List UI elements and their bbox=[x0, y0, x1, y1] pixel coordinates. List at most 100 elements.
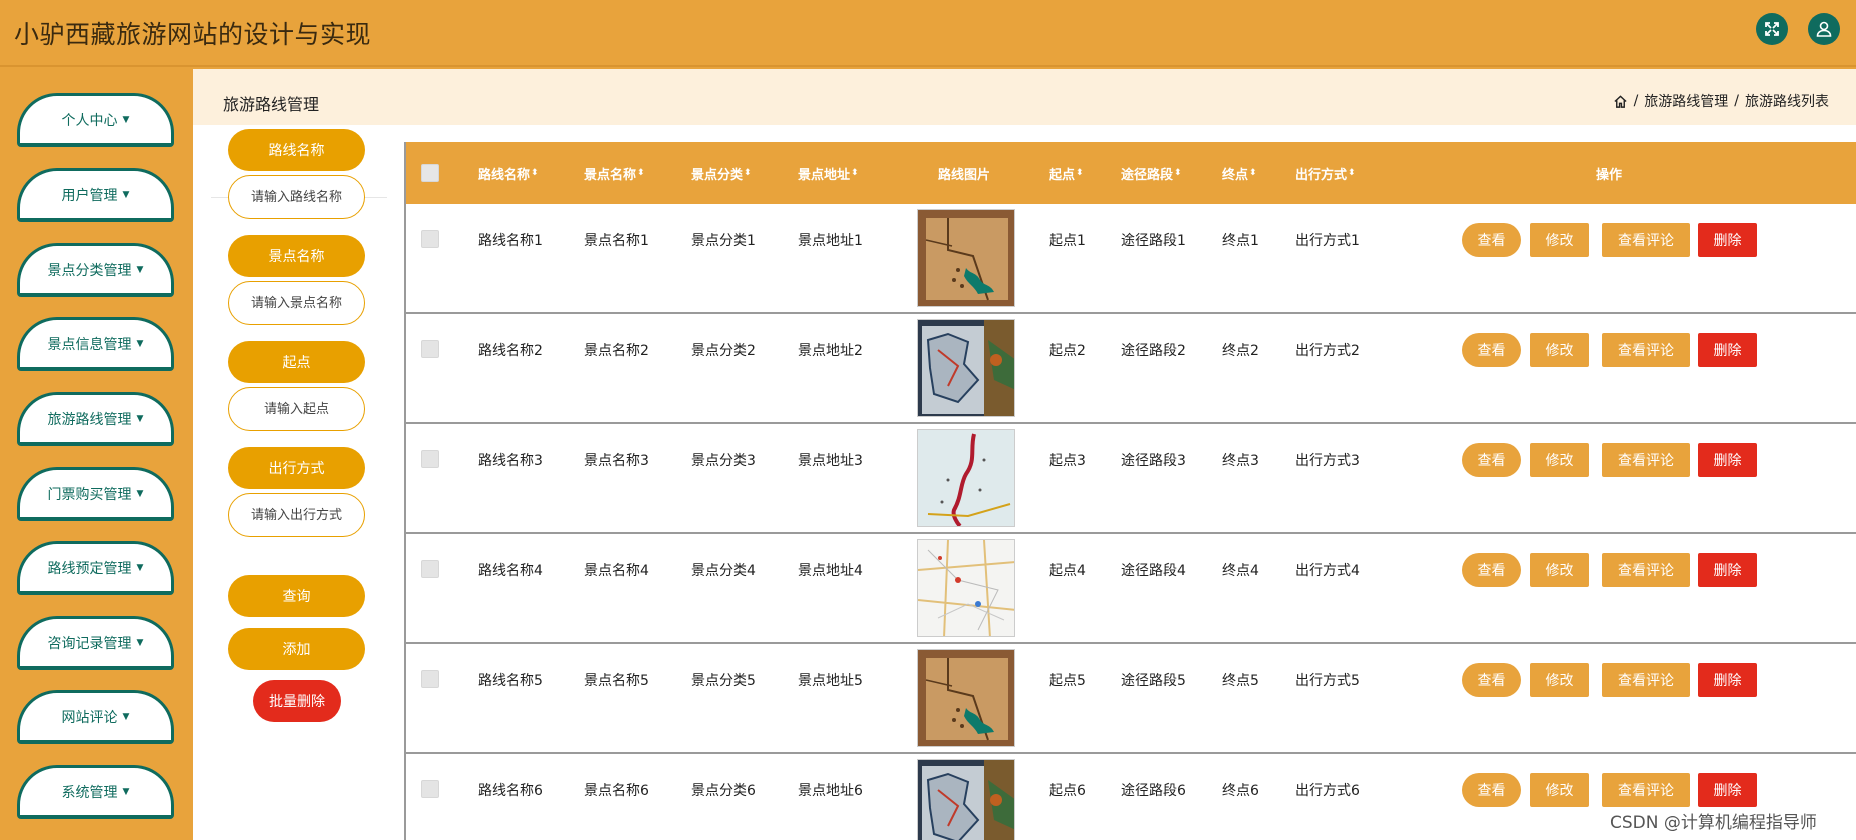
sidebar-item[interactable]: 景点信息管理 ▼ bbox=[17, 317, 174, 371]
sidebar-item[interactable]: 旅游路线管理 ▼ bbox=[17, 392, 174, 446]
view-button[interactable]: 查看 bbox=[1462, 223, 1521, 257]
column-header[interactable]: 景点地址 ⬍ bbox=[798, 142, 859, 204]
view-button[interactable]: 查看 bbox=[1462, 333, 1521, 367]
start-cell: 起点2 bbox=[1049, 343, 1086, 359]
route-image[interactable] bbox=[917, 319, 1015, 417]
sort-icon[interactable]: ⬍ bbox=[531, 168, 539, 178]
page-header: 旅游路线管理 / 旅游路线管理 / 旅游路线列表 bbox=[193, 69, 1856, 125]
route-image[interactable] bbox=[917, 649, 1015, 747]
fullscreen-icon[interactable] bbox=[1756, 13, 1788, 45]
route-image[interactable] bbox=[917, 209, 1015, 307]
top-bar: 小驴西藏旅游网站的设计与实现 bbox=[0, 0, 1856, 67]
travel-mode-cell: 出行方式3 bbox=[1295, 453, 1360, 469]
spot-category-cell: 景点分类1 bbox=[691, 233, 756, 249]
spot-name-cell: 景点名称6 bbox=[584, 783, 649, 799]
via-cell: 途径路段4 bbox=[1121, 563, 1186, 579]
delete-button[interactable]: 删除 bbox=[1698, 773, 1757, 807]
delete-button[interactable]: 删除 bbox=[1698, 663, 1757, 697]
route-name-input[interactable] bbox=[228, 175, 365, 219]
home-icon[interactable] bbox=[1613, 94, 1628, 109]
column-header[interactable]: 出行方式 ⬍ bbox=[1295, 142, 1356, 204]
select-all-checkbox[interactable] bbox=[421, 164, 439, 182]
row-checkbox[interactable] bbox=[421, 670, 439, 688]
sidebar-item-label: 景点分类管理 bbox=[47, 262, 132, 279]
view-comments-button[interactable]: 查看评论 bbox=[1602, 223, 1690, 257]
route-name-cell: 路线名称1 bbox=[478, 233, 543, 249]
sidebar-item[interactable]: 网站评论 ▼ bbox=[17, 690, 174, 744]
sidebar-item[interactable]: 景点分类管理 ▼ bbox=[17, 243, 174, 297]
start-cell: 起点3 bbox=[1049, 453, 1086, 469]
sort-icon[interactable]: ⬍ bbox=[1174, 168, 1182, 178]
edit-button[interactable]: 修改 bbox=[1530, 663, 1589, 697]
sidebar-item-label: 个人中心 bbox=[61, 112, 118, 129]
sidebar-item[interactable]: 门票购买管理 ▼ bbox=[17, 467, 174, 521]
route-image[interactable] bbox=[917, 429, 1015, 527]
sort-icon[interactable]: ⬍ bbox=[744, 168, 752, 178]
route-name-cell: 路线名称4 bbox=[478, 563, 543, 579]
view-button[interactable]: 查看 bbox=[1462, 663, 1521, 697]
column-header[interactable]: 景点分类 ⬍ bbox=[691, 142, 752, 204]
app-title: 小驴西藏旅游网站的设计与实现 bbox=[14, 20, 372, 49]
sort-icon[interactable]: ⬍ bbox=[1348, 168, 1356, 178]
caret-down-icon: ▼ bbox=[122, 189, 130, 200]
sort-icon[interactable]: ⬍ bbox=[851, 168, 859, 178]
column-header[interactable]: 起点 ⬍ bbox=[1049, 142, 1084, 204]
edit-button[interactable]: 修改 bbox=[1530, 443, 1589, 477]
via-cell: 途径路段6 bbox=[1121, 783, 1186, 799]
column-header[interactable]: 景点名称 ⬍ bbox=[584, 142, 645, 204]
column-header[interactable]: 路线名称 ⬍ bbox=[478, 142, 539, 204]
view-comments-button[interactable]: 查看评论 bbox=[1602, 773, 1690, 807]
user-icon[interactable] bbox=[1808, 13, 1840, 45]
view-button[interactable]: 查看 bbox=[1462, 773, 1521, 807]
via-cell: 途径路段5 bbox=[1121, 673, 1186, 689]
spot-name-cell: 景点名称5 bbox=[584, 673, 649, 689]
sidebar-item[interactable]: 咨询记录管理 ▼ bbox=[17, 616, 174, 670]
spot-address-cell: 景点地址6 bbox=[798, 783, 863, 799]
start-input[interactable] bbox=[228, 387, 365, 431]
sidebar-item[interactable]: 用户管理 ▼ bbox=[17, 168, 174, 222]
sidebar-item[interactable]: 系统管理 ▼ bbox=[17, 765, 174, 819]
spot-address-cell: 景点地址3 bbox=[798, 453, 863, 469]
edit-button[interactable]: 修改 bbox=[1530, 333, 1589, 367]
route-image[interactable] bbox=[917, 539, 1015, 637]
table-row: 路线名称2 景点名称2 景点分类2 景点地址2 起点2 途径路段2 终点2 出行方式2 查看 修改… bbox=[406, 314, 1856, 424]
travel-mode-cell: 出行方式2 bbox=[1295, 343, 1360, 359]
data-table: 路线名称 ⬍ 景点名称 ⬍ 景点分类 ⬍ 景点地址 ⬍ 路线图片 起点 ⬍ 途径路段 ⬍ 终… bbox=[404, 142, 1856, 840]
delete-button[interactable]: 删除 bbox=[1698, 223, 1757, 257]
sort-icon[interactable]: ⬍ bbox=[1076, 168, 1084, 178]
view-comments-button[interactable]: 查看评论 bbox=[1602, 443, 1690, 477]
sidebar-item[interactable]: 路线预定管理 ▼ bbox=[17, 541, 174, 595]
column-header[interactable]: 终点 ⬍ bbox=[1222, 142, 1257, 204]
sort-icon[interactable]: ⬍ bbox=[1249, 168, 1257, 178]
delete-button[interactable]: 删除 bbox=[1698, 443, 1757, 477]
view-comments-button[interactable]: 查看评论 bbox=[1602, 663, 1690, 697]
sort-icon[interactable]: ⬍ bbox=[637, 168, 645, 178]
breadcrumb-item[interactable]: 旅游路线管理 bbox=[1644, 91, 1728, 111]
row-checkbox[interactable] bbox=[421, 450, 439, 468]
route-name-cell: 路线名称2 bbox=[478, 343, 543, 359]
spot-name-input[interactable] bbox=[228, 281, 365, 325]
search-button[interactable]: 查询 bbox=[228, 575, 365, 617]
view-comments-button[interactable]: 查看评论 bbox=[1602, 553, 1690, 587]
sidebar-item[interactable]: 个人中心 ▼ bbox=[17, 93, 174, 147]
row-checkbox[interactable] bbox=[421, 340, 439, 358]
row-checkbox[interactable] bbox=[421, 560, 439, 578]
travel-mode-input[interactable] bbox=[228, 493, 365, 537]
edit-button[interactable]: 修改 bbox=[1530, 553, 1589, 587]
edit-button[interactable]: 修改 bbox=[1530, 773, 1589, 807]
spot-name-cell: 景点名称1 bbox=[584, 233, 649, 249]
end-cell: 终点3 bbox=[1222, 453, 1259, 469]
route-image[interactable] bbox=[917, 759, 1015, 840]
delete-button[interactable]: 删除 bbox=[1698, 333, 1757, 367]
view-button[interactable]: 查看 bbox=[1462, 553, 1521, 587]
view-button[interactable]: 查看 bbox=[1462, 443, 1521, 477]
row-checkbox[interactable] bbox=[421, 230, 439, 248]
route-name-cell: 路线名称6 bbox=[478, 783, 543, 799]
row-checkbox[interactable] bbox=[421, 780, 439, 798]
view-comments-button[interactable]: 查看评论 bbox=[1602, 333, 1690, 367]
delete-button[interactable]: 删除 bbox=[1698, 553, 1757, 587]
column-header[interactable]: 途径路段 ⬍ bbox=[1121, 142, 1182, 204]
edit-button[interactable]: 修改 bbox=[1530, 223, 1589, 257]
add-button[interactable]: 添加 bbox=[228, 628, 365, 670]
batch-delete-button[interactable]: 批量删除 bbox=[253, 680, 341, 722]
